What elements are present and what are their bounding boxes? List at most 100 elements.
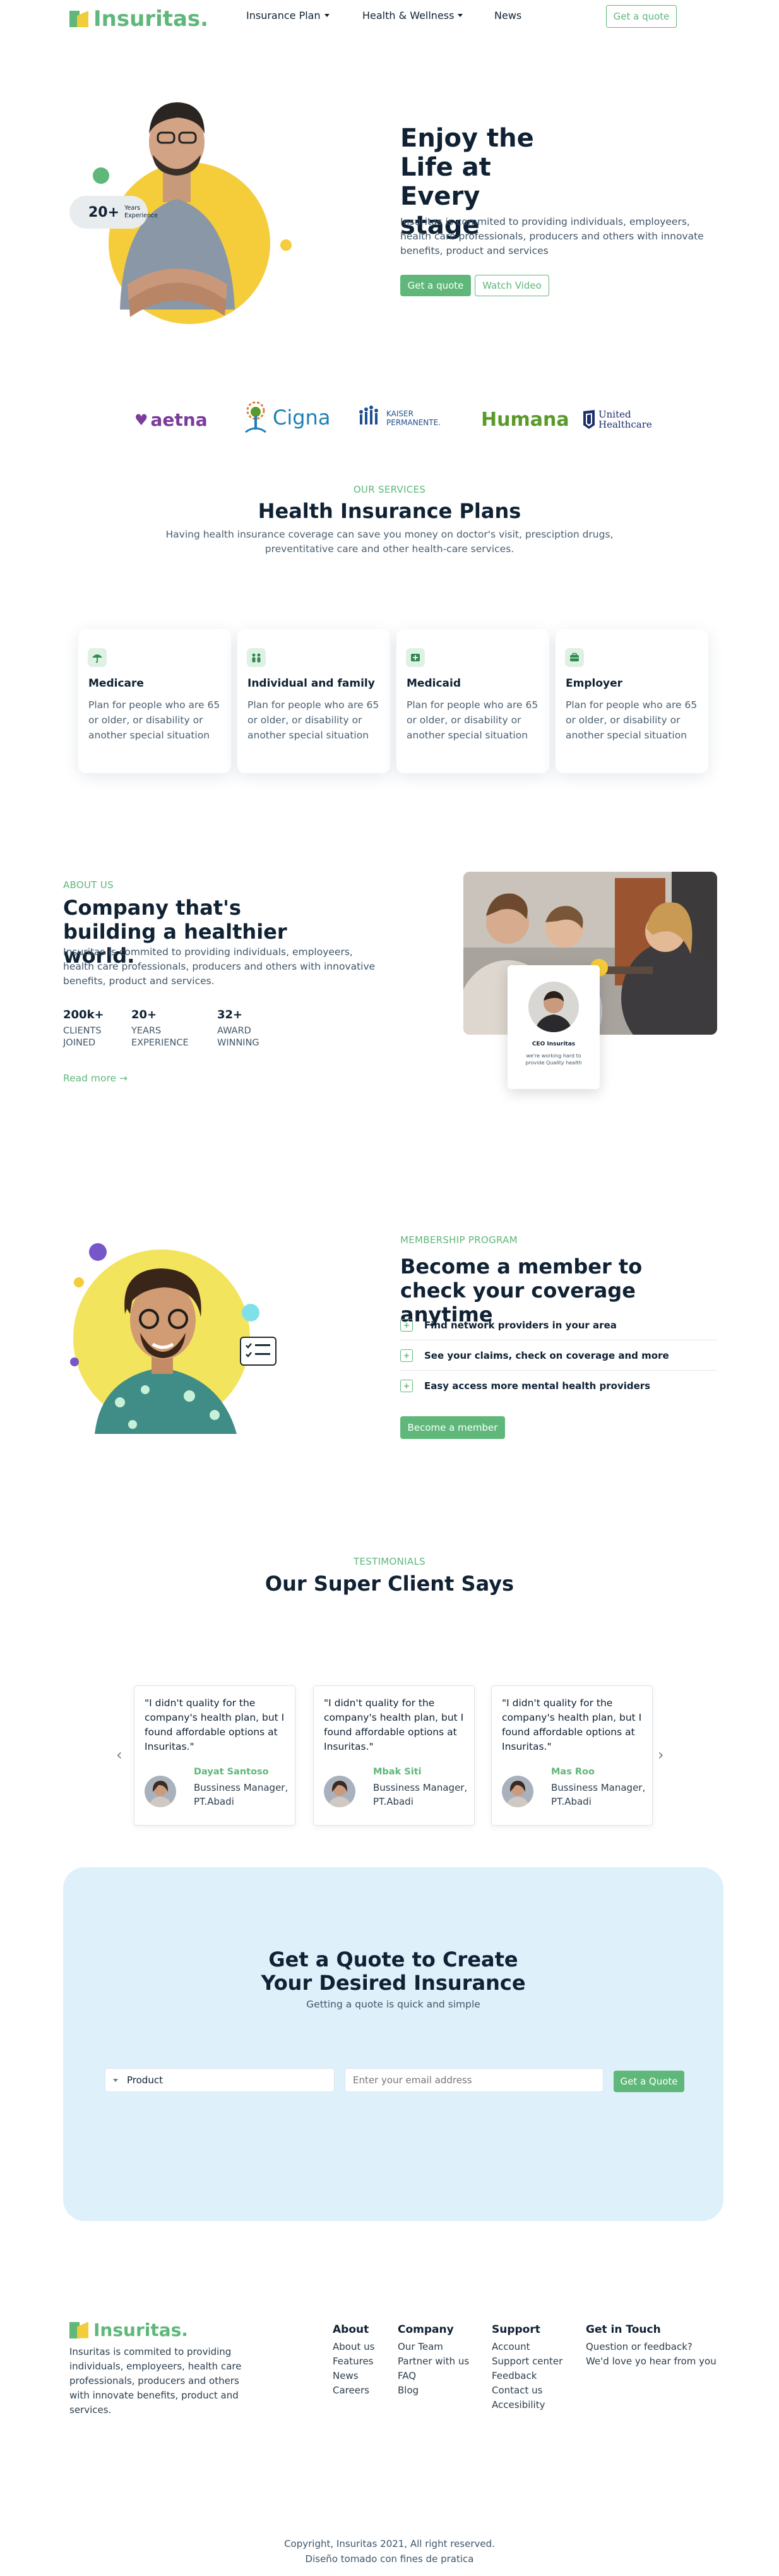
service-card-medicaid[interactable]: Medicaid Plan for people who are 65 or o… — [396, 629, 549, 773]
stat-value: 20+ — [131, 1008, 157, 1021]
footer-col-title: Company — [398, 2323, 454, 2336]
carousel-next-icon[interactable]: › — [658, 1746, 664, 1764]
ceo-quote: we're working hard to provide Quality he… — [525, 1053, 582, 1066]
hero-get-quote-button[interactable]: Get a quote — [400, 275, 471, 296]
footer-col-support: Support Account Support center Feedback … — [492, 2323, 562, 2412]
service-card-employer[interactable]: Employer Plan for people who are 65 or o… — [556, 629, 708, 773]
footer-link[interactable]: Account — [492, 2340, 562, 2354]
nav-insurance-plan[interactable]: Insurance Plan — [246, 9, 330, 21]
stat-label-1: CLIENTS — [63, 1026, 102, 1036]
chevron-down-icon — [113, 2078, 118, 2082]
logo-text: Insuritas. — [93, 2320, 188, 2340]
briefcase-icon — [565, 648, 584, 667]
avatar — [145, 1776, 176, 1807]
carousel-prev-icon[interactable]: ‹ — [116, 1746, 122, 1764]
footer-col-title: Get in Touch — [586, 2323, 661, 2336]
testimonial-card: "I didn't quality for the company's heal… — [134, 1685, 295, 1826]
footer-col-company: Company Our Team Partner with us FAQ Blo… — [398, 2323, 469, 2398]
membership-features: + Find network providers in your area + Se… — [400, 1310, 717, 1401]
experience-badge: 20+ Years Experience — [69, 196, 158, 229]
services-title: Health Insurance Plans — [258, 499, 521, 523]
footer-link[interactable]: About us — [333, 2340, 374, 2354]
testimonial-quote: "I didn't quality for the company's heal… — [145, 1697, 285, 1752]
testimonial-role: Bussiness Manager, PT.Abadi — [551, 1782, 646, 1807]
stat-value: 32+ — [217, 1008, 243, 1021]
stat-label-1: YEARS — [131, 1026, 162, 1036]
tree-icon — [245, 401, 266, 433]
footer-col-title: About — [333, 2323, 369, 2336]
footer-link[interactable]: FAQ — [398, 2369, 469, 2383]
membership-kicker: MEMBERSHIP PROGRAM — [400, 1234, 518, 1246]
testimonial-quote: "I didn't quality for the company's heal… — [324, 1697, 464, 1752]
watch-video-button[interactable]: Watch Video — [475, 275, 549, 296]
medical-icon — [406, 648, 425, 667]
service-card-individual[interactable]: Individual and family Plan for people wh… — [237, 629, 390, 773]
nav-get-quote-button[interactable]: Get a quote — [606, 5, 677, 28]
logo-mark-icon — [69, 2321, 88, 2340]
badge-text-1: Years — [124, 205, 141, 212]
product-select-value: Product — [127, 2074, 163, 2086]
testimonial-name: Mas Roo — [551, 1767, 595, 1777]
logo[interactable]: Insuritas. — [69, 6, 208, 32]
card-title: Medicare — [88, 677, 144, 690]
feature-text: Find network providers in your area — [424, 1319, 617, 1331]
footer-col-title: Support — [492, 2323, 540, 2336]
plus-icon: + — [400, 1318, 413, 1332]
checklist-icon — [240, 1337, 277, 1366]
stat-label-1: AWARD — [217, 1026, 251, 1036]
footer-link[interactable]: Our Team — [398, 2340, 469, 2354]
partner-name: aetna — [150, 409, 208, 430]
product-select[interactable]: Product — [105, 2068, 335, 2092]
partner-logo-united: United Healthcare — [583, 409, 652, 430]
nav-health-wellness[interactable]: Health & Wellness — [362, 9, 463, 21]
plus-icon: + — [400, 1380, 413, 1392]
footer-link[interactable]: Contact us — [492, 2383, 562, 2398]
footer-link[interactable]: Accesibility — [492, 2398, 562, 2412]
footer-link[interactable]: News — [333, 2369, 374, 2383]
partner-name-line1: KAISER — [386, 409, 413, 418]
partner-name: Cigna — [273, 406, 331, 430]
ceo-avatar — [528, 982, 579, 1032]
quote-submit-button[interactable]: Get a Quote — [614, 2071, 684, 2092]
plus-icon: + — [400, 1349, 413, 1362]
card-text: Plan for people who are 65 or older, or … — [247, 699, 379, 741]
footer-link[interactable]: Support center — [492, 2354, 562, 2369]
feature-item: + Easy access more mental health provider… — [400, 1371, 717, 1401]
testimonial-quote: "I didn't quality for the company's heal… — [502, 1697, 642, 1752]
services-description: Having health insurance coverage can sav… — [165, 529, 614, 555]
footer-link[interactable]: Feedback — [492, 2369, 562, 2383]
member-image — [69, 1238, 278, 1440]
credit: Diseño tomado con fines de pratica — [305, 2553, 474, 2565]
chevron-down-icon — [324, 14, 330, 17]
partner-logo-aetna: ♥ aetna — [134, 409, 208, 430]
footer-link[interactable]: Blog — [398, 2383, 469, 2398]
footer-logo[interactable]: Insuritas. — [69, 2320, 188, 2340]
card-text: Plan for people who are 65 or older, or … — [407, 699, 538, 741]
about-kicker: ABOUT US — [63, 879, 114, 891]
become-member-button[interactable]: Become a member — [400, 1416, 505, 1439]
nav-news[interactable]: News — [494, 9, 521, 21]
partner-logo-humana: Humana — [481, 409, 569, 431]
testimonials-title: Our Super Client Says — [265, 1572, 514, 1596]
quote-section: Get a Quote to Create Your Desired Insur… — [63, 1867, 723, 2221]
copyright: Copyright, Insuritas 2021, All right res… — [284, 2538, 495, 2549]
footer-link[interactable]: Careers — [333, 2383, 374, 2398]
email-input[interactable] — [345, 2068, 604, 2092]
card-text: Plan for people who are 65 or older, or … — [566, 699, 698, 741]
stat-label-2: EXPERIENCE — [131, 1038, 189, 1048]
testimonial-role: Bussiness Manager, PT.Abadi — [194, 1782, 288, 1807]
read-more-link[interactable]: Read more → — [63, 1073, 128, 1084]
card-title: Employer — [566, 677, 622, 690]
partner-logo-cigna: Cigna — [242, 400, 330, 435]
feature-item: + See your claims, check on coverage and … — [400, 1340, 717, 1371]
footer-link[interactable]: We'd love yo hear from you — [586, 2354, 717, 2369]
nav-label: News — [494, 9, 522, 21]
footer-link[interactable]: Question or feedback? — [586, 2340, 717, 2354]
feature-text: See your claims, check on coverage and m… — [424, 1349, 669, 1361]
logo-mark-icon — [69, 9, 88, 28]
service-card-medicare[interactable]: Medicare Plan for people who are 65 or o… — [78, 629, 231, 773]
stat-awards: 32+ AWARD WINNING — [217, 1008, 259, 1049]
footer-link[interactable]: Partner with us — [398, 2354, 469, 2369]
testimonial-name: Mbak Siti — [373, 1767, 422, 1777]
footer-link[interactable]: Features — [333, 2354, 374, 2369]
